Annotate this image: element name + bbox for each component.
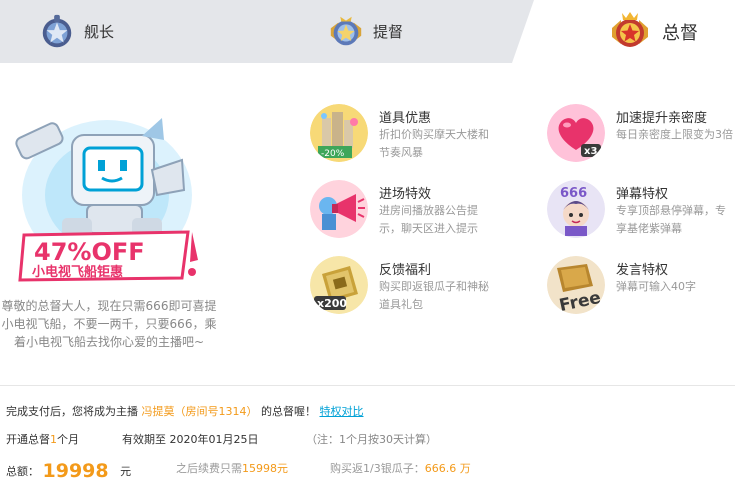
rebate-label: 购买返1/3银瓜子：	[330, 462, 425, 475]
total-amount: 19998	[42, 460, 109, 482]
summary-suffix: 的总督喔！	[261, 405, 316, 418]
perk-description: 专享顶部悬停弹幕，专享基佬紫弹幕	[616, 204, 726, 235]
tab-bar: 舰长 提督 总督	[0, 0, 735, 63]
tab-governor[interactable]: 总督	[608, 0, 698, 63]
expiry-date: 2020年01月25日	[169, 433, 259, 446]
perk-item-feedback: x200 反馈福利 购买即返银瓜子和神秘道具礼包	[310, 256, 510, 318]
perk-description: 折扣价购买摩天大楼和节奏风暴	[379, 128, 489, 159]
free-speech-icon: Free	[547, 256, 605, 314]
total-info: 总额： 19998 元	[6, 460, 131, 482]
tab-admiral[interactable]: 提督	[327, 0, 403, 63]
month-note: （注：1个月按30天计算）	[306, 433, 437, 446]
renew-info: 之后续费只需15998元	[176, 460, 288, 476]
streamer-name: 冯提莫（房间号1314）	[141, 405, 258, 418]
perk-item-danmaku: 666 弹幕特权 专享顶部悬停弹幕，专享基佬紫弹幕	[547, 180, 735, 242]
renew-amount: 15998元	[242, 462, 288, 475]
expiry-label: 有效期至	[122, 433, 166, 446]
perk-item-discount: -20% 道具优惠 折扣价购买摩天大楼和节奏风暴	[310, 104, 510, 166]
megaphone-icon	[310, 180, 368, 238]
perk-title: 进场特效	[379, 187, 432, 202]
governor-badge-icon	[612, 11, 648, 47]
perk-title: 道具优惠	[379, 111, 432, 126]
tab-governor-label: 总督	[662, 22, 698, 44]
perk-title: 反馈福利	[379, 263, 432, 278]
tab-captain-label: 舰长	[84, 23, 115, 41]
svg-text:x200: x200	[317, 297, 347, 310]
perk-item-speech: Free 发言特权 弹幕可输入40字	[547, 256, 735, 318]
perk-title: 弹幕特权	[616, 187, 669, 202]
svg-text:小电视飞船钜惠: 小电视飞船钜惠	[32, 264, 123, 280]
tv-spaceship-promo-image: 47%OFF 小电视飞船钜惠	[15, 118, 198, 282]
perk-item-intimacy: x3 加速提升亲密度 每日亲密度上限变为3倍	[547, 104, 735, 166]
perk-description: 每日亲密度上限变为3倍	[616, 128, 733, 141]
perk-item-entrance: 进场特效 进房间播放器公告提示，聊天区进入提示	[310, 180, 510, 242]
duration-info: 开通总督1个月	[6, 431, 79, 447]
perk-description: 弹幕可输入40字	[616, 280, 696, 293]
perk-title: 发言特权	[616, 263, 669, 278]
tab-captain[interactable]: 舰长	[38, 0, 114, 63]
duration-suffix: 个月	[57, 433, 79, 446]
skyscraper-discount-icon: -20%	[310, 104, 368, 162]
svg-text:47%OFF: 47%OFF	[34, 238, 145, 266]
privilege-compare-link[interactable]: 特权对比	[320, 405, 364, 418]
promo-description: 尊敬的总督大人，现在只需666即可喜提小电视飞船，不要一两千，只要666，乘着小…	[1, 299, 217, 349]
perk-description: 进房间播放器公告提示，聊天区进入提示	[379, 204, 478, 235]
gift-box-x200-icon: x200	[310, 256, 368, 314]
purchase-summary-line: 完成支付后，您将成为主播 冯提莫（房间号1314） 的总督喔！ 特权对比	[6, 403, 364, 419]
heart-x3-icon: x3	[547, 104, 605, 162]
perk-description: 购买即返银瓜子和神秘道具礼包	[379, 280, 489, 311]
promo-section: 47%OFF 小电视飞船钜惠 尊敬的总督大人，现在只需666即可喜提小电视飞船，…	[0, 100, 230, 360]
tab-admiral-label: 提督	[373, 23, 404, 41]
svg-text:666: 666	[560, 186, 587, 201]
discount-badge: 47%OFF 小电视飞船钜惠	[18, 230, 190, 282]
rebate-amount: 666.6 万	[424, 462, 471, 475]
svg-text:x3: x3	[584, 146, 597, 157]
rebate-info: 购买返1/3银瓜子：666.6 万	[330, 460, 471, 476]
duration-prefix: 开通总督	[6, 433, 50, 446]
section-divider	[0, 385, 735, 386]
admiral-badge-icon	[330, 16, 362, 45]
duration-number[interactable]: 1	[50, 433, 57, 446]
svg-text:-20%: -20%	[321, 149, 345, 159]
total-label: 总额：	[6, 465, 39, 478]
perk-title: 加速提升亲密度	[616, 111, 708, 126]
danmaku-666-icon: 666	[547, 180, 605, 238]
captain-badge-icon	[42, 14, 72, 47]
total-unit: 元	[120, 465, 132, 478]
expiry-info: 有效期至 2020年01月25日	[122, 431, 259, 447]
summary-prefix: 完成支付后，您将成为主播	[6, 405, 138, 418]
renew-label: 之后续费只需	[176, 462, 242, 475]
